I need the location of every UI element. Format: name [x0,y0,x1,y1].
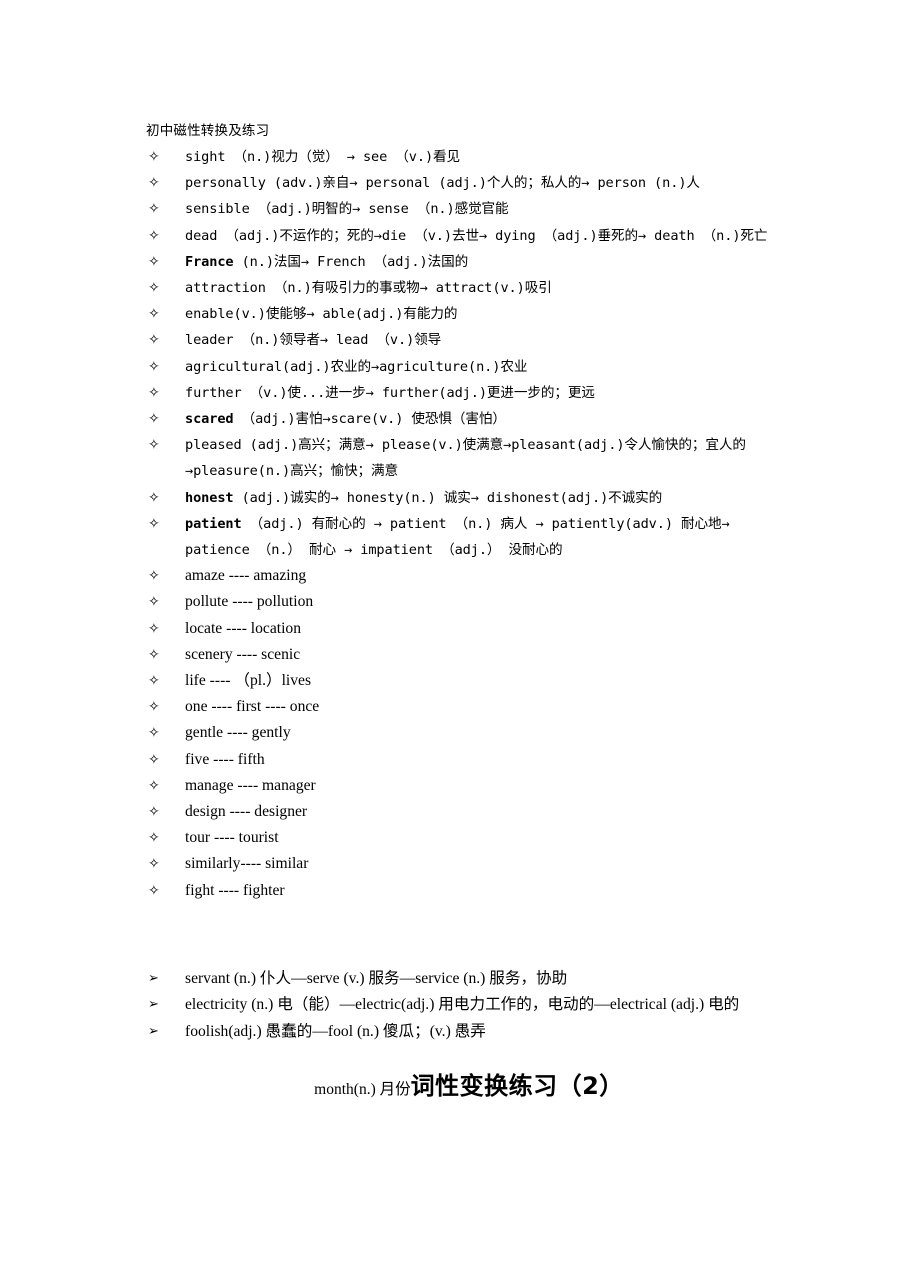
list-item: ✧ one ---- first ---- once [148,694,790,720]
star-bullet-icon: ✧ [148,594,160,611]
list-item-text: honest (adj.)诚实的→ honesty(n.) 诚实→ dishon… [185,489,663,506]
star-bullet-icon: ✧ [148,227,160,244]
star-bullet-icon: ✧ [148,830,160,847]
list-item: ✧ further （v.)使...进一步→ further(adj.)更进一步的… [148,380,790,406]
list-item: ✧ similarly---- similar [148,851,790,877]
list-item: ➢ servant (n.) 仆人—serve (v.) 服务—service (… [148,966,790,992]
arrow-bullet-icon: ➢ [148,1023,159,1039]
list-item-text: life ---- （pl.）lives [185,672,312,690]
list-item-text: scared （adj.)害怕→scare(v.) 使恐惧（害怕） [185,411,506,428]
list-item: ✧ tour ---- tourist [148,825,790,851]
list-item: ✧ manage ---- manager [148,773,790,799]
list-item: ✧ dead （adj.)不运作的；死的→die （v.)去世→ dying （a… [148,223,790,249]
star-bullet-icon: ✧ [148,804,160,821]
list-item: ➢ foolish(adj.) 愚蠢的—fool (n.) 傻瓜；(v.) 愚弄 [148,1019,790,1045]
star-bullet-icon: ✧ [148,673,160,690]
list-item-text: leader （n.)领导者→ lead （v.)领导 [185,332,442,349]
word-form-list-star: ✧ sight （n.)视力（觉） → see （v.)看见 ✧ personall… [148,144,790,904]
star-bullet-icon: ✧ [148,332,160,349]
list-item-text: agricultural(adj.)农业的→agriculture(n.)农业 [185,358,528,375]
list-item-text: one ---- first ---- once [185,698,320,716]
list-item-text: pleased (adj.)高兴；满意→ please(v.)使满意→pleas… [185,437,746,480]
list-item-text: pollute ---- pollution [185,593,314,611]
list-item-text: France (n.)法国→ French （adj.)法国的 [185,253,469,270]
list-item-text: dead （adj.)不运作的；死的→die （v.)去世→ dying （ad… [185,227,768,244]
star-bullet-icon: ✧ [148,384,160,401]
list-item: ✧ five ---- fifth [148,747,790,773]
list-item: ✧ France (n.)法国→ French （adj.)法国的 [148,249,790,275]
list-item-text: enable(v.)使能够→ able(adj.)有能力的 [185,306,458,323]
star-bullet-icon: ✧ [148,751,160,768]
star-bullet-icon: ✧ [148,149,160,165]
list-item: ✧ scenery ---- scenic [148,642,790,668]
star-bullet-icon: ✧ [148,646,160,663]
list-item-text: five ---- fifth [185,750,265,768]
list-item: ✧ scared （adj.)害怕→scare(v.) 使恐惧（害怕） [148,406,790,432]
star-bullet-icon: ✧ [148,437,160,454]
list-item-text: manage ---- manager [185,776,316,794]
list-item-text: locate ---- location [185,619,302,637]
star-bullet-icon: ✧ [148,201,160,218]
star-bullet-icon: ✧ [148,489,160,506]
list-item: ✧ attraction （n.)有吸引力的事或物→ attract(v.)吸引 [148,275,790,301]
bottom-heading-lead: month(n.) 月份 [314,1081,411,1099]
list-item-text: foolish(adj.) 愚蠢的—fool (n.) 傻瓜；(v.) 愚弄 [185,1022,486,1040]
list-item-text: fight ---- fighter [185,881,285,899]
list-item: ✧ agricultural(adj.)农业的→agriculture(n.)农业 [148,354,790,380]
star-bullet-icon: ✧ [148,699,160,716]
list-item-text: attraction （n.)有吸引力的事或物→ attract(v.)吸引 [185,280,552,297]
star-bullet-icon: ✧ [148,175,160,192]
star-bullet-icon: ✧ [148,777,160,794]
star-bullet-icon: ✧ [148,306,160,323]
page-title: 初中磁性转换及练习 [146,123,270,139]
bottom-heading-main: 词性变换练习（2） [410,1072,624,1101]
list-item-text: design ---- designer [185,803,308,821]
word-form-list-arrow: ➢ servant (n.) 仆人—serve (v.) 服务—service (… [148,966,790,1045]
list-item: ✧ fight ---- fighter [148,878,790,904]
star-bullet-icon: ✧ [148,515,160,532]
list-item: ✧ amaze ---- amazing [148,563,790,589]
list-item: ✧ enable(v.)使能够→ able(adj.)有能力的 [148,301,790,327]
list-item-text: electricity (n.) 电（能）—electric(adj.) 用电力… [185,996,740,1014]
list-item: ✧ patient （adj.) 有耐心的 → patient （n.) 病人 →… [148,511,790,563]
star-bullet-icon: ✧ [148,568,160,585]
list-item: ✧ gentle ---- gently [148,720,790,746]
list-item: ✧ personally (adv.)亲自→ personal (adj.)个人的… [148,170,790,196]
arrow-bullet-icon: ➢ [148,970,159,986]
document-page: 初中磁性转换及练习 ✧ sight （n.)视力（觉） → see （v.)看见 … [0,0,920,1281]
list-item-text: sight （n.)视力（觉） → see （v.)看见 [185,149,461,165]
list-item: ✧ leader （n.)领导者→ lead （v.)领导 [148,327,790,353]
star-bullet-icon: ✧ [148,856,160,873]
list-item: ✧ pleased (adj.)高兴；满意→ please(v.)使满意→plea… [148,432,790,484]
star-bullet-icon: ✧ [148,411,160,428]
list-item: ✧ design ---- designer [148,799,790,825]
list-item-text: gentle ---- gently [185,724,291,742]
star-bullet-icon: ✧ [148,882,160,899]
list-item-text: tour ---- tourist [185,829,279,847]
list-item: ✧ life ---- （pl.）lives [148,668,790,694]
list-item-text: sensible （adj.)明智的→ sense （n.)感觉官能 [185,201,509,218]
list-item: ➢ electricity (n.) 电（能）—electric(adj.) 用电… [148,992,790,1018]
bottom-heading: month(n.) 月份词性变换练习（2） [148,1069,790,1107]
list-item-text: patient （adj.) 有耐心的 → patient （n.) 病人 → … [185,515,730,559]
list-item-text: further （v.)使...进一步→ further(adj.)更进一步的；… [185,384,595,401]
star-bullet-icon: ✧ [148,280,160,297]
list-item: ✧ sight （n.)视力（觉） → see （v.)看见 [148,144,790,170]
star-bullet-icon: ✧ [148,725,160,742]
list-item-text: servant (n.) 仆人—serve (v.) 服务—service (n… [185,969,568,987]
star-bullet-icon: ✧ [148,358,160,375]
star-bullet-icon: ✧ [148,253,160,270]
arrow-bullet-icon: ➢ [148,997,159,1013]
list-item: ✧ sensible （adj.)明智的→ sense （n.)感觉官能 [148,196,790,222]
star-bullet-icon: ✧ [148,620,160,637]
list-item: ✧ honest (adj.)诚实的→ honesty(n.) 诚实→ disho… [148,485,790,511]
list-item: ✧ locate ---- location [148,616,790,642]
list-item: ✧ pollute ---- pollution [148,589,790,615]
list-item-text: amaze ---- amazing [185,567,307,585]
list-item-text: scenery ---- scenic [185,645,301,663]
list-item-text: personally (adv.)亲自→ personal (adj.)个人的；… [185,175,700,192]
list-item-text: similarly---- similar [185,855,309,873]
